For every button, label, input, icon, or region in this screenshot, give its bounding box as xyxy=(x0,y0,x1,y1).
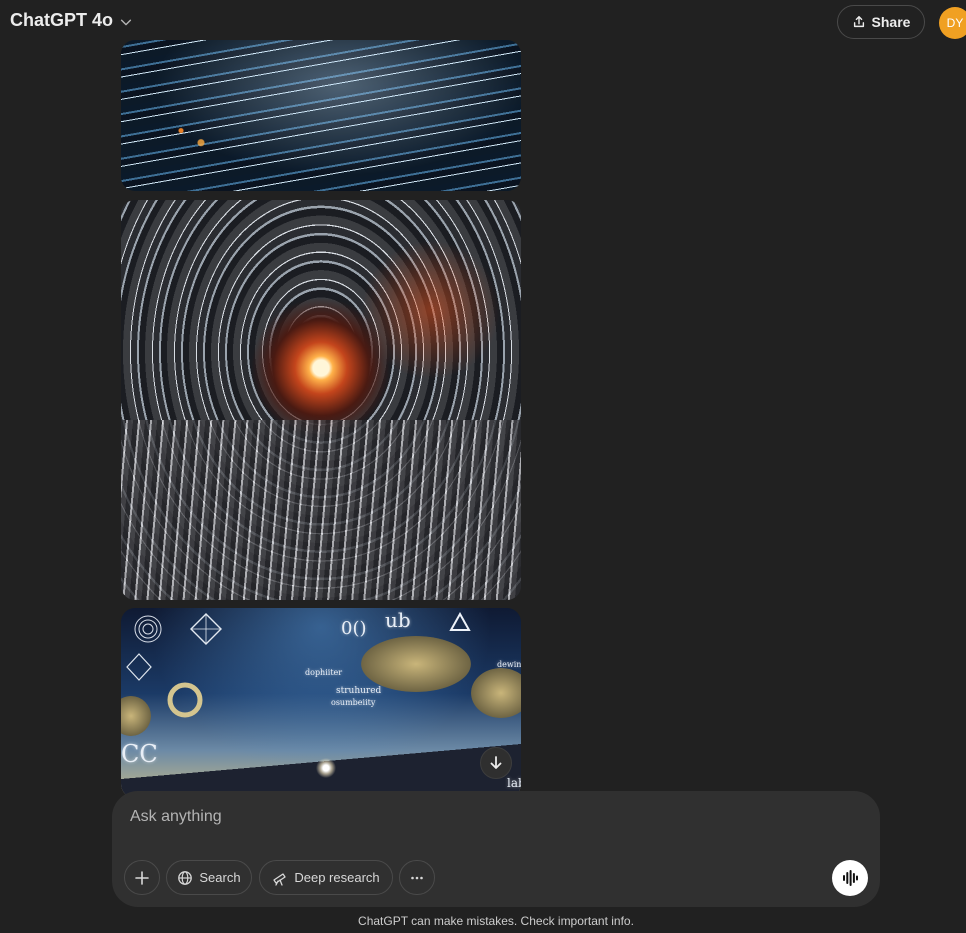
message-composer: Search Deep research xyxy=(112,791,880,907)
generated-image-2[interactable] xyxy=(121,200,521,600)
share-icon xyxy=(853,16,864,28)
generated-image-1[interactable] xyxy=(121,40,521,191)
plus-icon xyxy=(135,870,149,885)
telescope-icon xyxy=(273,872,287,886)
image-text-cc: CC xyxy=(121,740,158,768)
avatar[interactable]: DY xyxy=(939,7,966,39)
search-label: Search xyxy=(199,870,241,885)
disclaimer-text: ChatGPT can make mistakes. Check importa… xyxy=(358,914,634,928)
arrow-down-icon xyxy=(490,756,502,769)
globe-icon xyxy=(178,870,193,885)
image-glow xyxy=(361,240,501,380)
share-label: Share xyxy=(871,14,911,30)
image-cloud xyxy=(121,696,151,736)
image-highlight xyxy=(121,40,521,191)
generated-image-3[interactable]: ub 0() CC dophiiter struhured osumbeiity… xyxy=(121,608,521,798)
model-name: ChatGPT 4o xyxy=(10,10,114,30)
chat-app: ChatGPT 4o Share DY ub 0() CC dophiiter … xyxy=(0,0,966,933)
image-text-lab: lab xyxy=(507,776,521,790)
diamond-icon xyxy=(190,613,222,645)
image-text-line3: osumbeiity xyxy=(331,698,376,707)
image-cloud xyxy=(361,636,471,692)
image-text-line1: dophiiter xyxy=(305,668,343,677)
more-tools-button[interactable] xyxy=(399,860,435,895)
scroll-down-button[interactable] xyxy=(480,747,512,779)
voice-mode-button[interactable] xyxy=(832,860,868,896)
voice-waveform-icon xyxy=(843,870,858,886)
image-text-dewin: dewin xyxy=(497,660,521,669)
image-cloud xyxy=(471,668,521,718)
prompt-input[interactable] xyxy=(128,803,832,831)
image-sun xyxy=(316,758,336,778)
diamond-icon xyxy=(126,653,152,681)
chevron-down-icon xyxy=(120,19,132,25)
search-button[interactable]: Search xyxy=(166,860,252,895)
spiral-icon xyxy=(134,615,162,643)
image-text-circles: 0() xyxy=(341,618,367,639)
ellipsis-icon xyxy=(411,876,423,879)
triangle-icon xyxy=(449,612,471,631)
image-text-line2: struhured xyxy=(336,686,382,696)
attach-button[interactable] xyxy=(124,860,160,895)
deep-research-label: Deep research xyxy=(294,870,380,885)
model-selector[interactable]: ChatGPT 4o xyxy=(10,10,133,31)
avatar-initials: DY xyxy=(946,16,964,30)
image-text-ub: ub xyxy=(385,608,411,632)
image-rails xyxy=(121,420,521,600)
ring-icon xyxy=(167,682,203,718)
deep-research-button[interactable]: Deep research xyxy=(259,860,393,895)
share-button[interactable]: Share xyxy=(837,5,925,39)
